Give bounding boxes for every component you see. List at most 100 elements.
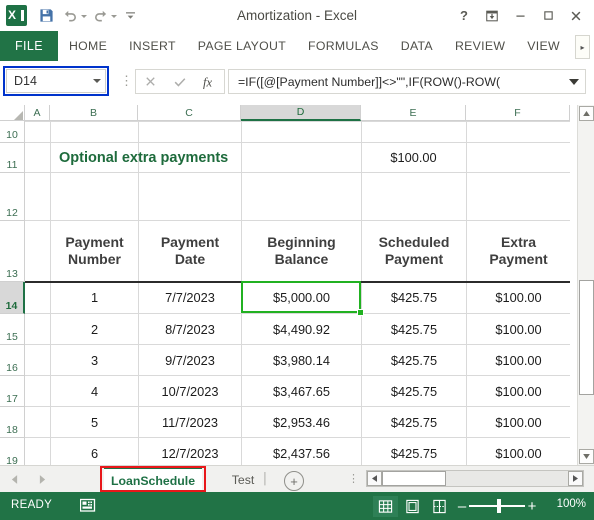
tab-file[interactable]: FILE bbox=[0, 31, 58, 61]
cell-f17-extra-payment[interactable]: $100.00 bbox=[467, 376, 570, 406]
zoom-out-button[interactable]: – bbox=[456, 497, 468, 515]
cell-c14-payment-date[interactable]: 7/7/2023 bbox=[139, 282, 241, 313]
ribbon-display-options-button[interactable] bbox=[478, 3, 506, 29]
formula-input[interactable]: =IF([@[Payment Number]]<>"",IF(ROW()-ROW… bbox=[228, 69, 586, 94]
fill-handle[interactable] bbox=[357, 309, 364, 316]
column-header-b[interactable]: B bbox=[50, 105, 138, 121]
cell-d16-beginning-balance[interactable]: $3,980.14 bbox=[242, 345, 361, 375]
vertical-scrollbar[interactable] bbox=[577, 105, 594, 465]
cell-c18-payment-date[interactable]: 11/7/2023 bbox=[139, 407, 241, 437]
name-box-dropdown-icon[interactable] bbox=[89, 70, 105, 92]
row-header-11[interactable]: 11 bbox=[0, 143, 25, 173]
row-header-13[interactable]: 13 bbox=[0, 221, 25, 282]
row-header-14[interactable]: 14 bbox=[0, 282, 25, 314]
tab-insert[interactable]: INSERT bbox=[118, 31, 187, 61]
cell-f16-extra-payment[interactable]: $100.00 bbox=[467, 345, 570, 375]
customize-quick-access-icon[interactable] bbox=[118, 4, 142, 28]
minimize-button[interactable] bbox=[506, 3, 534, 29]
row-header-15[interactable]: 15 bbox=[0, 314, 25, 345]
row-header-18[interactable]: 18 bbox=[0, 407, 25, 438]
enter-icon[interactable] bbox=[167, 70, 193, 93]
scroll-down-icon[interactable] bbox=[579, 449, 594, 464]
cell-b11-optional-extra-payments-label[interactable]: Optional extra payments bbox=[53, 143, 253, 172]
next-sheet-icon[interactable] bbox=[34, 470, 50, 488]
previous-sheet-icon[interactable] bbox=[6, 470, 22, 488]
cell-c19-payment-date[interactable]: 12/7/2023 bbox=[139, 438, 241, 465]
tab-data[interactable]: DATA bbox=[390, 31, 444, 61]
row-header-12[interactable]: 12 bbox=[0, 173, 25, 221]
cell-b14-payment-number[interactable]: 1 bbox=[51, 282, 138, 313]
table-header-extra-payment[interactable]: Extra Payment bbox=[467, 221, 570, 281]
cell-c17-payment-date[interactable]: 10/7/2023 bbox=[139, 376, 241, 406]
tab-split-handle[interactable]: ⋮ bbox=[348, 473, 359, 485]
cell-b17-payment-number[interactable]: 4 bbox=[51, 376, 138, 406]
cell-f15-extra-payment[interactable]: $100.00 bbox=[467, 314, 570, 344]
cell-f19-extra-payment[interactable]: $100.00 bbox=[467, 438, 570, 465]
table-header-scheduled-payment[interactable]: Scheduled Payment bbox=[362, 221, 466, 281]
column-header-c[interactable]: C bbox=[138, 105, 241, 121]
select-all-corner[interactable] bbox=[0, 105, 25, 121]
vertical-scroll-thumb[interactable] bbox=[579, 280, 594, 395]
cell-c16-payment-date[interactable]: 9/7/2023 bbox=[139, 345, 241, 375]
column-header-e[interactable]: E bbox=[361, 105, 466, 121]
ribbon-scroll-right-icon[interactable]: ▸ bbox=[575, 35, 590, 59]
scroll-right-icon[interactable] bbox=[568, 471, 583, 486]
column-header-d[interactable]: D bbox=[241, 105, 361, 121]
scroll-left-icon[interactable] bbox=[367, 471, 382, 486]
tab-review[interactable]: REVIEW bbox=[444, 31, 516, 61]
close-button[interactable] bbox=[562, 3, 590, 29]
sheet-tab-loanschedule[interactable]: LoanSchedule bbox=[104, 467, 202, 492]
insert-function-icon[interactable]: fx bbox=[196, 70, 222, 93]
cell-d11-optional-extra-payments-value[interactable]: $100.00 bbox=[361, 143, 466, 172]
cell-d14-beginning-balance[interactable]: $5,000.00 bbox=[242, 282, 361, 313]
cell-e19-scheduled-payment[interactable]: $425.75 bbox=[362, 438, 466, 465]
cell-e15-scheduled-payment[interactable]: $425.75 bbox=[362, 314, 466, 344]
cell-b18-payment-number[interactable]: 5 bbox=[51, 407, 138, 437]
cell-f18-extra-payment[interactable]: $100.00 bbox=[467, 407, 570, 437]
undo-icon[interactable] bbox=[58, 4, 82, 28]
cell-e14-scheduled-payment[interactable]: $425.75 bbox=[362, 282, 466, 313]
cell-d19-beginning-balance[interactable]: $2,437.56 bbox=[242, 438, 361, 465]
maximize-button[interactable] bbox=[534, 3, 562, 29]
cell-f14-extra-payment[interactable]: $100.00 bbox=[467, 282, 570, 313]
table-header-beginning-balance[interactable]: Beginning Balance bbox=[242, 221, 361, 281]
new-sheet-icon[interactable]: + bbox=[284, 471, 304, 491]
row-header-16[interactable]: 16 bbox=[0, 345, 25, 376]
table-header-payment-date[interactable]: Payment Date bbox=[139, 221, 241, 281]
record-macro-icon[interactable] bbox=[79, 498, 96, 513]
cell-b16-payment-number[interactable]: 3 bbox=[51, 345, 138, 375]
horizontal-scroll-thumb[interactable] bbox=[382, 471, 446, 486]
cell-b15-payment-number[interactable]: 2 bbox=[51, 314, 138, 344]
cell-b19-payment-number[interactable]: 6 bbox=[51, 438, 138, 465]
cell-e18-scheduled-payment[interactable]: $425.75 bbox=[362, 407, 466, 437]
column-header-a[interactable]: A bbox=[25, 105, 50, 121]
help-button[interactable]: ? bbox=[450, 3, 478, 29]
column-header-f[interactable]: F bbox=[466, 105, 570, 121]
normal-view-button[interactable] bbox=[373, 496, 398, 517]
scroll-up-icon[interactable] bbox=[579, 106, 594, 121]
cell-d18-beginning-balance[interactable]: $2,953.46 bbox=[242, 407, 361, 437]
cancel-icon[interactable] bbox=[138, 70, 164, 93]
cell-d15-beginning-balance[interactable]: $4,490.92 bbox=[242, 314, 361, 344]
tab-formulas[interactable]: FORMULAS bbox=[297, 31, 390, 61]
row-header-17[interactable]: 17 bbox=[0, 376, 25, 407]
name-box[interactable]: D14 bbox=[6, 69, 106, 93]
zoom-slider[interactable]: – + bbox=[456, 497, 538, 515]
cell-c15-payment-date[interactable]: 8/7/2023 bbox=[139, 314, 241, 344]
zoom-in-button[interactable]: + bbox=[526, 497, 538, 515]
cell-e16-scheduled-payment[interactable]: $425.75 bbox=[362, 345, 466, 375]
tab-page-layout[interactable]: PAGE LAYOUT bbox=[187, 31, 297, 61]
cell-d17-beginning-balance[interactable]: $3,467.65 bbox=[242, 376, 361, 406]
page-layout-view-button[interactable] bbox=[400, 496, 425, 517]
zoom-level-label[interactable]: 100% bbox=[557, 498, 586, 510]
expand-formula-bar-icon[interactable] bbox=[563, 70, 585, 93]
page-break-preview-button[interactable] bbox=[427, 496, 452, 517]
tab-view[interactable]: VIEW bbox=[516, 31, 571, 61]
cell-e17-scheduled-payment[interactable]: $425.75 bbox=[362, 376, 466, 406]
table-header-payment-number[interactable]: Payment Number bbox=[51, 221, 138, 281]
tab-home[interactable]: HOME bbox=[58, 31, 118, 61]
zoom-slider-thumb[interactable] bbox=[497, 499, 501, 513]
horizontal-scrollbar[interactable] bbox=[366, 470, 584, 487]
row-header-10[interactable]: 10 bbox=[0, 121, 25, 143]
redo-icon[interactable] bbox=[88, 4, 112, 28]
